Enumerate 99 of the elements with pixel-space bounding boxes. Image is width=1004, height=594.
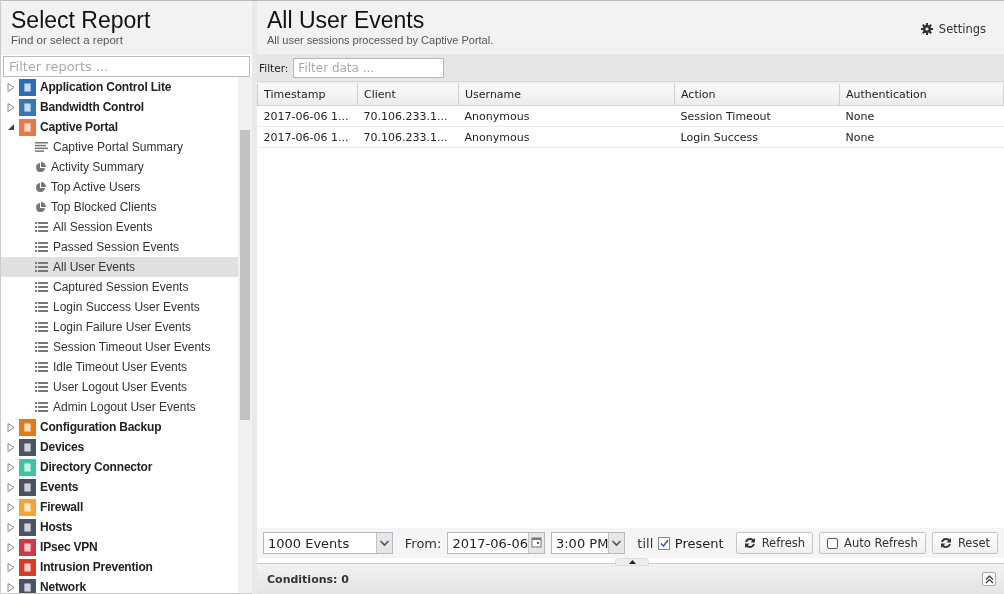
column-header[interactable]: Timestamp <box>257 84 358 106</box>
tree-item-label: Session Timeout User Events <box>53 340 211 354</box>
column-header[interactable]: Client <box>357 84 459 106</box>
list-icon <box>35 322 48 332</box>
table-cell: None <box>839 105 1004 127</box>
settings-button[interactable]: Settings <box>918 20 988 38</box>
list-icon <box>35 222 48 232</box>
list-icon <box>35 402 48 412</box>
expand-button[interactable] <box>982 572 996 586</box>
table-cell: 2017-06-06 1... <box>257 105 358 127</box>
tree-item[interactable]: Devices <box>40 440 84 454</box>
tree-item[interactable]: Bandwidth Control <box>40 100 144 114</box>
column-header[interactable]: Action <box>674 84 840 106</box>
calendar-icon <box>527 533 544 553</box>
from-label: From: <box>404 535 442 551</box>
till-label: till <box>637 535 654 551</box>
list-icon <box>35 362 48 372</box>
tree-item-label: Top Blocked Clients <box>51 200 157 214</box>
splitter-handle[interactable] <box>615 558 649 566</box>
column-header[interactable]: Username <box>458 84 675 106</box>
refresh-button[interactable]: Refresh <box>735 532 814 554</box>
caret-icon <box>375 533 392 553</box>
text-lines-icon <box>35 142 48 152</box>
tree-item[interactable]: Firewall <box>40 500 84 514</box>
tree-item[interactable]: Login Failure User Events <box>1 317 238 337</box>
tree-item-label: Login Failure User Events <box>53 320 192 334</box>
tree-item[interactable]: Directory Connector <box>40 460 153 474</box>
reset-button[interactable]: Reset <box>931 532 998 554</box>
table-cell: 70.106.233.1... <box>357 105 459 127</box>
table-cell: Anonymous <box>458 126 675 148</box>
report-title: All User Events <box>267 7 426 33</box>
filter-field[interactable]: Filter data ... <box>293 57 445 78</box>
tree-item[interactable]: Passed Session Events <box>1 237 238 257</box>
tree-item-label: Activity Summary <box>51 160 144 174</box>
pie-chart-icon <box>35 201 46 213</box>
tree-item[interactable]: User Logout User Events <box>1 377 238 397</box>
list-icon <box>35 242 48 252</box>
panel-subtitle: Find or select a report <box>11 34 124 46</box>
tree-item[interactable]: Captive Portal Summary <box>1 137 238 157</box>
tree-item-label: Idle Timeout User Events <box>53 360 188 374</box>
table-cell: None <box>839 126 1004 148</box>
auto-refresh-button[interactable]: Auto Refresh <box>819 532 926 554</box>
tree-item[interactable]: All User Events <box>1 257 238 277</box>
column-header[interactable]: Authentication <box>839 84 1004 106</box>
tree-item[interactable]: Top Blocked Clients <box>1 197 238 217</box>
tree-item[interactable]: IPsec VPN <box>40 540 98 554</box>
pie-chart-icon <box>35 161 46 173</box>
present-label: Present <box>674 535 724 551</box>
filter-label: Filter: <box>259 61 289 74</box>
report-subtitle: All user sessions processed by Captive Portal. <box>267 34 494 46</box>
tree-item[interactable]: Intrusion Prevention <box>40 560 153 574</box>
tree-item[interactable]: Application Control Lite <box>40 80 172 94</box>
tree-item[interactable]: Session Timeout User Events <box>1 337 238 357</box>
limit-dropdown[interactable]: 1000 Events <box>263 532 393 554</box>
present-checkbox[interactable] <box>658 536 670 550</box>
caret-icon <box>608 533 625 553</box>
table-cell: 2017-06-06 1... <box>257 126 358 148</box>
list-icon <box>35 302 48 312</box>
tree-item-label: Admin Logout User Events <box>53 400 196 414</box>
tree-item[interactable]: Admin Logout User Events <box>1 397 238 417</box>
refresh-icon <box>939 537 952 549</box>
table-cell: Anonymous <box>458 105 675 127</box>
list-icon <box>35 282 48 292</box>
checkbox-icon <box>827 537 839 549</box>
tree-item-label: Top Active Users <box>51 180 141 194</box>
tree-item[interactable]: Network <box>40 580 86 593</box>
refresh-icon <box>743 537 756 549</box>
tree-item[interactable]: Login Success User Events <box>1 297 238 317</box>
pie-chart-icon <box>35 181 46 193</box>
conditions-label: Conditions: 0 <box>267 572 349 586</box>
list-icon <box>35 382 48 392</box>
tree-item-label: Captive Portal Summary <box>53 140 184 154</box>
tree-item-label: User Logout User Events <box>53 380 188 394</box>
tree-item[interactable]: Events <box>40 480 79 494</box>
tree-item-label: Login Success User Events <box>53 300 200 314</box>
time-dropdown[interactable]: 3:00 PM <box>550 532 626 554</box>
panel-title: Select Report <box>11 7 152 33</box>
tree-item[interactable]: All Session Events <box>1 217 238 237</box>
check-icon <box>659 538 669 548</box>
list-icon <box>35 342 48 352</box>
tree-item-label: Passed Session Events <box>53 240 180 254</box>
tree-item[interactable]: Idle Timeout User Events <box>1 357 238 377</box>
tree-item[interactable]: Captured Session Events <box>1 277 238 297</box>
table-cell: 70.106.233.1... <box>357 126 459 148</box>
filter-field[interactable]: Filter reports ... <box>3 56 250 77</box>
settings-icon <box>920 23 933 35</box>
double-chevron-icon <box>984 574 994 584</box>
table-cell: Login Success <box>674 126 840 148</box>
tree-item[interactable]: Activity Summary <box>1 157 238 177</box>
tree-item[interactable]: Top Active Users <box>1 177 238 197</box>
date-field[interactable]: 2017-06-06 <box>447 532 545 554</box>
list-icon <box>35 262 48 272</box>
tree-item[interactable]: Hosts <box>40 520 73 534</box>
tree-item-label: Captured Session Events <box>53 280 189 294</box>
tree-item-label: All User Events <box>53 260 136 274</box>
tree-item[interactable]: Configuration Backup <box>40 420 162 434</box>
table-cell: Session Timeout <box>674 105 840 127</box>
tree-item[interactable]: Captive Portal <box>40 120 118 134</box>
tree-item-label: All Session Events <box>53 220 153 234</box>
